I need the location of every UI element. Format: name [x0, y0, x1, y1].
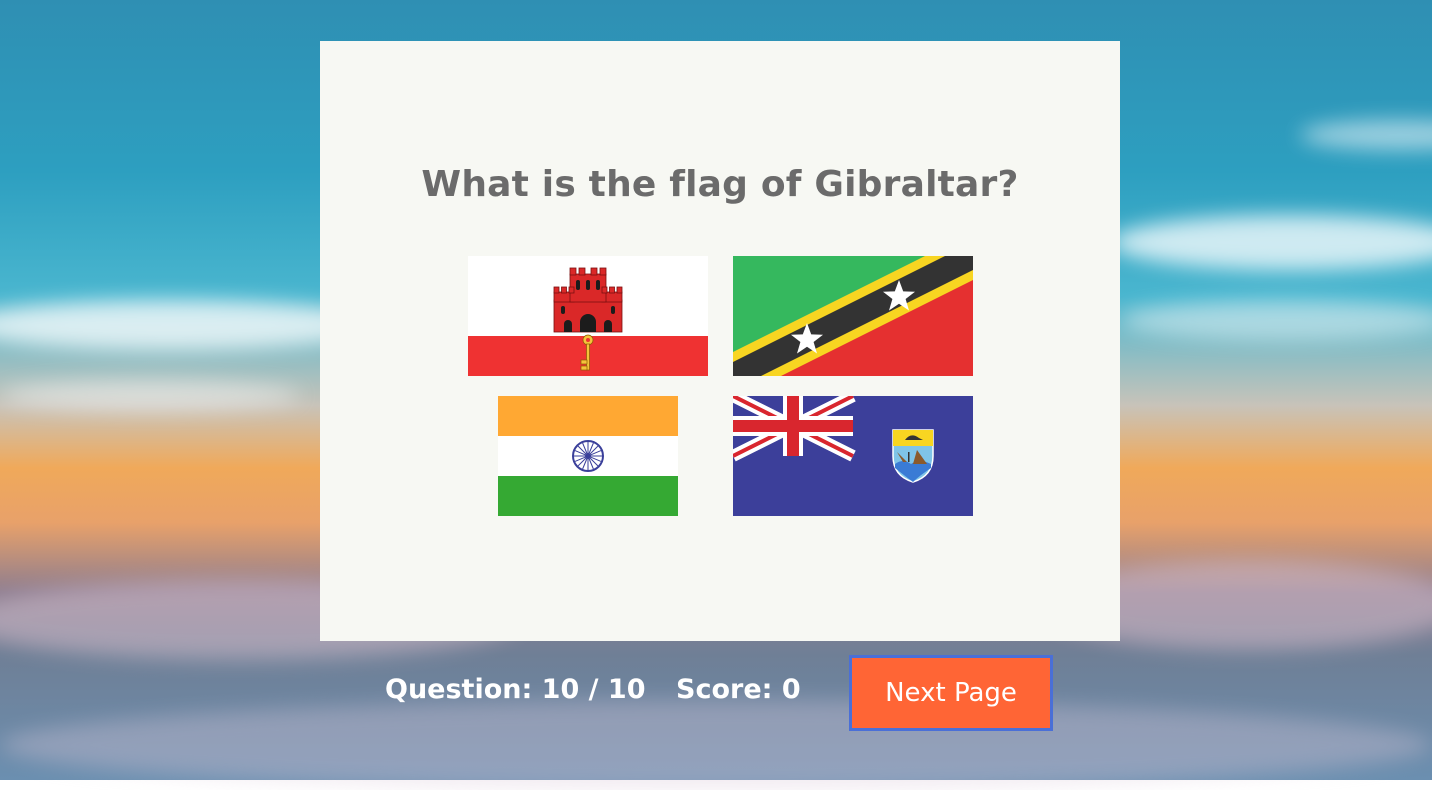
- gibraltar-flag-icon: [468, 256, 708, 376]
- cloud: [1120, 300, 1432, 340]
- next-page-button[interactable]: Next Page: [849, 655, 1053, 731]
- quiz-card: [320, 41, 1120, 641]
- coat-of-arms-icon: [892, 429, 934, 483]
- flag-option-india[interactable]: [498, 396, 678, 516]
- score-display: Score: 0: [676, 674, 801, 705]
- flag-option-saint-kitts-and-nevis[interactable]: [733, 256, 973, 376]
- question-counter: Question: 10 / 10: [385, 674, 646, 705]
- cloud: [0, 700, 1432, 790]
- cloud: [1300, 120, 1432, 150]
- india-flag-icon: [498, 396, 678, 516]
- saint-helena-flag-icon: [733, 396, 973, 516]
- flag-option-saint-helena[interactable]: [733, 396, 973, 516]
- cloud: [0, 380, 300, 410]
- flag-option-gibraltar[interactable]: [468, 256, 708, 376]
- saint-kitts-and-nevis-flag-icon: [733, 256, 973, 376]
- question-title: What is the flag of Gibraltar?: [421, 164, 1019, 205]
- cloud: [1110, 215, 1432, 270]
